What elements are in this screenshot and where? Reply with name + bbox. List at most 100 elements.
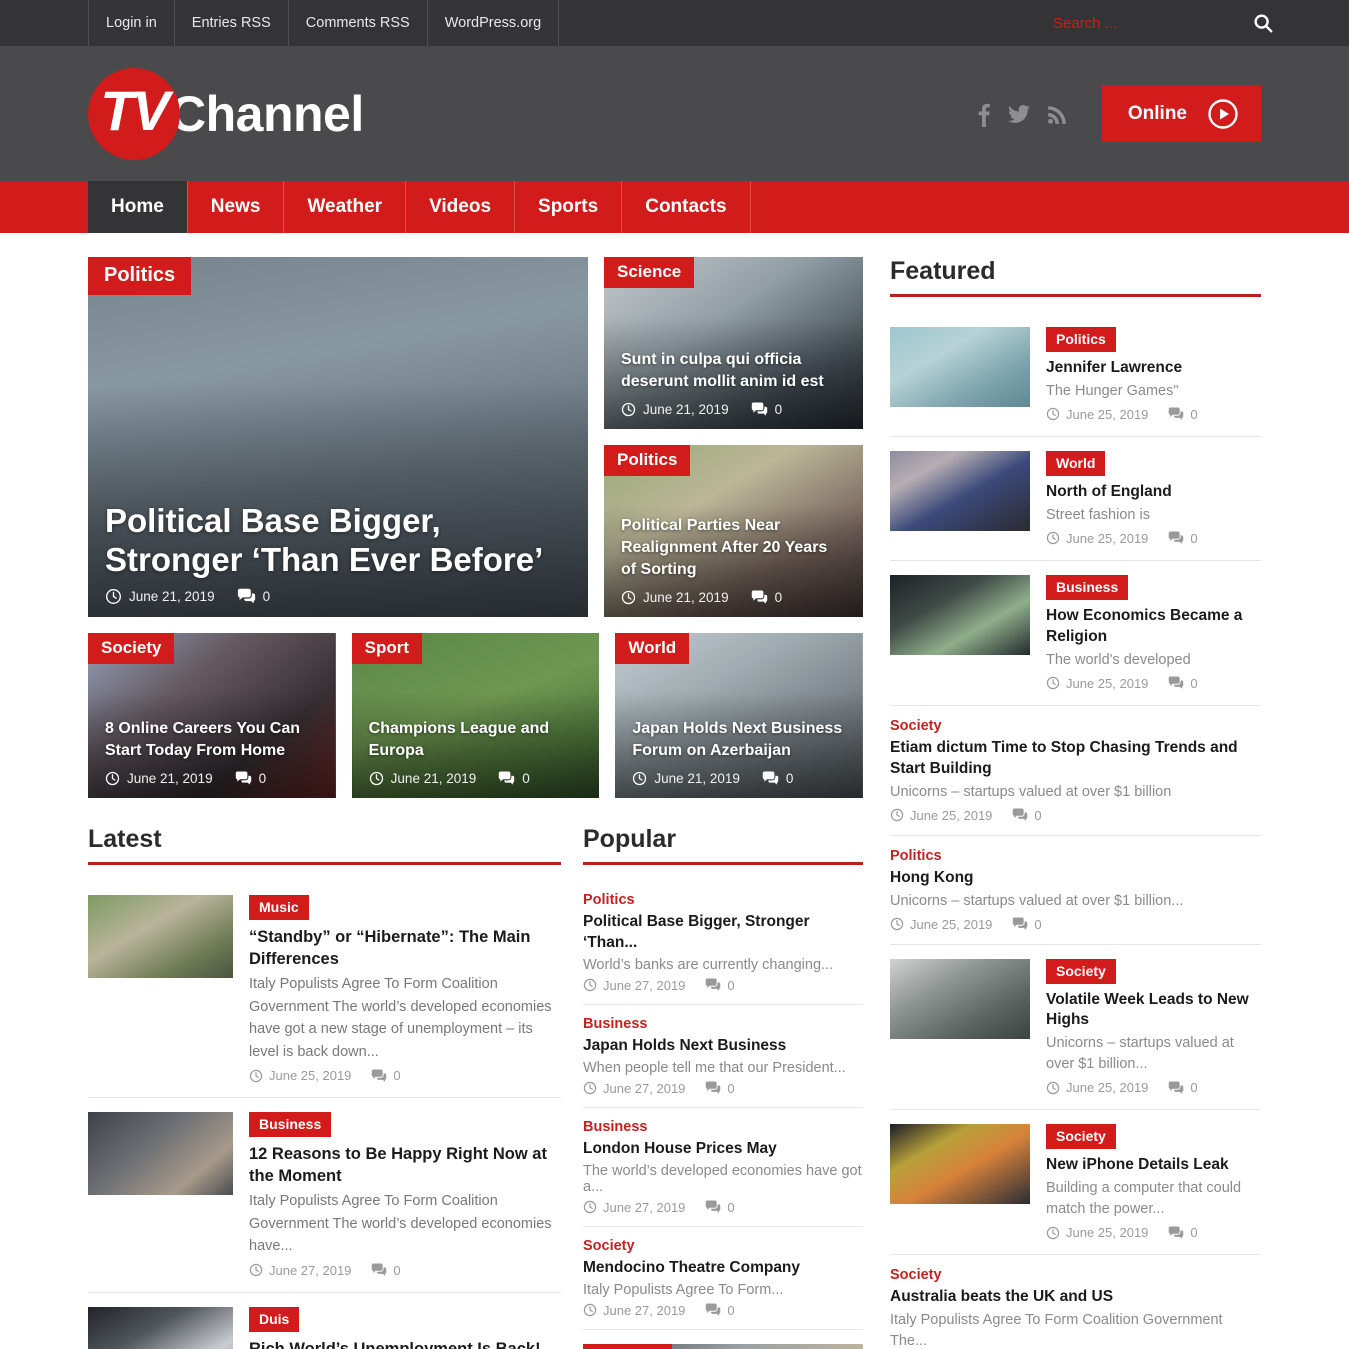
menu-item-sports[interactable]: Sports [515,181,623,233]
hero-category-badge[interactable]: Politics [88,257,192,295]
popular-meta: June 27, 2019 0 [583,1200,863,1215]
hero-side-card-science[interactable]: Science Sunt in culpa qui officia deseru… [604,257,863,429]
list-item[interactable]: Society Etiam dictum Time to Stop Chasin… [890,706,1261,836]
latest-item-title[interactable]: Rich World’s Unemployment Is Back! [249,1338,561,1349]
hero-card-category-badge[interactable]: World [615,633,690,664]
latest-item-title[interactable]: 12 Reasons to Be Happy Right Now at the … [249,1143,561,1187]
popular-comments-count: 0 [727,977,735,993]
hero-card-meta: June 21, 2019 0 [105,771,319,786]
latest-category-badge[interactable]: Duis [249,1306,300,1332]
latest-item-title[interactable]: “Standby” or “Hibernate”: The Main Diffe… [249,926,561,970]
featured-item-date-text: June 25, 2019 [1066,406,1149,422]
featured-category-badge[interactable]: Politics [1046,327,1116,352]
popular-category[interactable]: Business [583,1119,863,1135]
menu-item-videos[interactable]: Videos [406,181,516,233]
featured-item-title[interactable]: North of England [1046,482,1261,503]
search-icon[interactable] [1252,12,1274,34]
featured-category-text[interactable]: Politics [890,848,1261,864]
list-item[interactable]: Society Australia beats the UK and US It… [890,1255,1261,1349]
list-item[interactable]: Music “Standby” or “Hibernate”: The Main… [88,881,561,1099]
menu-item-news[interactable]: News [188,181,285,233]
list-item[interactable]: Business London House Prices May The wor… [583,1108,863,1227]
popular-category[interactable]: Society [583,1238,863,1254]
clock-icon [249,1264,263,1277]
topbar-link-login[interactable]: Login in [88,0,174,46]
hero-side-title[interactable]: Political Parties Near Realignment After… [621,515,846,581]
hero-side-category-badge[interactable]: Science [604,257,695,288]
featured-item-date: June 25, 2019 [890,808,992,823]
featured-item-title[interactable]: Etiam dictum Time to Stop Chasing Trends… [890,738,1261,780]
hero-card-category-badge[interactable]: Sport [351,633,423,664]
featured-category-badge[interactable]: Society [1046,1124,1116,1150]
hero-card-category-badge[interactable]: Society [88,633,175,664]
featured-category-badge[interactable]: World [1046,450,1106,476]
hero-card-comments-count: 0 [522,771,530,786]
featured-item-title[interactable]: Hong Kong [890,868,1261,889]
site-logo[interactable]: TV Channel [88,67,364,160]
search-input[interactable] [991,14,1252,32]
list-item[interactable]: Politics Political Base Bigger, Stronger… [583,881,863,1005]
popular-section: Popular Politics Political Base Bigger, … [583,825,863,1349]
list-item[interactable]: Society Mendocino Theatre Company Italy … [583,1227,863,1330]
latest-item-date-text: June 25, 2019 [269,1068,352,1084]
list-item[interactable]: Politics Hong Kong Unicorns – startups v… [890,836,1261,945]
popular-music-category-badge[interactable]: Music [583,1343,672,1349]
list-item[interactable]: Society New iPhone Details Leak Building… [890,1110,1261,1256]
popular-rule [583,862,863,865]
latest-category-badge[interactable]: Business [249,1112,332,1138]
featured-item-title[interactable]: How Economics Became a Religion [1046,606,1261,648]
popular-title[interactable]: Political Base Bigger, Stronger ‘Than... [583,912,863,954]
list-item[interactable]: World North of England Street fashion is… [890,437,1261,561]
list-item[interactable]: Politics Jennifer Lawrence The Hunger Ga… [890,313,1261,437]
popular-title[interactable]: London House Prices May [583,1139,863,1160]
hero-card-world[interactable]: World Japan Holds Next Business Forum on… [615,633,864,798]
menu-item-weather[interactable]: Weather [284,181,407,233]
hero-card-comments-count: 0 [785,771,794,786]
list-item[interactable]: Society Volatile Week Leads to New Highs… [890,945,1261,1111]
featured-item-title[interactable]: Jennifer Lawrence [1046,358,1261,379]
popular-music-card[interactable]: Music [583,1343,863,1349]
featured-item-title[interactable]: New iPhone Details Leak [1046,1155,1261,1176]
latest-item-comments-count: 0 [393,1068,401,1084]
featured-category-text[interactable]: Society [890,1267,1261,1283]
latest-category-badge[interactable]: Music [249,895,309,920]
topbar-link-comments-rss[interactable]: Comments RSS [287,0,427,46]
popular-title[interactable]: Japan Holds Next Business [583,1036,863,1057]
list-item[interactable]: Duis Rich World’s Unemployment Is Back! … [88,1293,561,1349]
hero-side-category-badge[interactable]: Politics [604,445,691,476]
hero-card-sport[interactable]: Sport Champions League and Europa June 2… [351,633,600,798]
latest-item-comments: 0 [371,1263,401,1278]
featured-category-badge[interactable]: Business [1046,574,1129,600]
hero-card-title[interactable]: Champions League and Europa [369,718,583,762]
hero-card-body: Japan Holds Next Business Forum on Azerb… [632,718,846,786]
featured-item-comments: 0 [1012,808,1042,823]
hero-side-title[interactable]: Sunt in culpa qui officia deserunt molli… [621,349,846,393]
hero-card-society[interactable]: Society 8 Online Careers You Can Start T… [88,633,336,798]
popular-category[interactable]: Politics [583,892,863,908]
hero-featured-card[interactable]: Politics Political Base Bigger, Stronger… [88,257,588,617]
featured-item-title[interactable]: Volatile Week Leads to New Highs [1046,990,1261,1032]
featured-category-badge[interactable]: Society [1046,958,1116,984]
hero-card-title[interactable]: 8 Online Careers You Can Start Today Fro… [105,718,319,762]
online-button[interactable]: Online [1101,85,1261,142]
menu-item-home[interactable]: Home [88,181,188,233]
menu-item-contacts[interactable]: Contacts [622,181,751,233]
list-item[interactable]: Business Japan Holds Next Business When … [583,1005,863,1108]
twitter-icon[interactable] [1007,104,1030,124]
rss-icon[interactable] [1047,104,1066,124]
popular-title[interactable]: Mendocino Theatre Company [583,1258,863,1279]
featured-item-meta: June 25, 2019 0 [1046,676,1261,691]
featured-category-text[interactable]: Society [890,718,1261,734]
featured-item-comments: 0 [1168,407,1198,422]
topbar-link-entries-rss[interactable]: Entries RSS [173,0,288,46]
popular-category[interactable]: Business [583,1016,863,1032]
list-item[interactable]: Business 12 Reasons to Be Happy Right No… [88,1098,561,1293]
featured-item-title[interactable]: Australia beats the UK and US [890,1287,1261,1308]
hero-featured-title[interactable]: Political Base Bigger, Stronger ‘Than Ev… [105,502,571,579]
list-item[interactable]: Business How Economics Became a Religion… [890,561,1261,706]
hero-card-title[interactable]: Japan Holds Next Business Forum on Azerb… [632,718,846,762]
featured-item-meta: June 25, 2019 0 [890,808,1261,823]
hero-side-card-politics[interactable]: Politics Political Parties Near Realignm… [604,445,863,617]
facebook-icon[interactable] [977,101,990,127]
topbar-link-wordpress[interactable]: WordPress.org [426,0,560,46]
